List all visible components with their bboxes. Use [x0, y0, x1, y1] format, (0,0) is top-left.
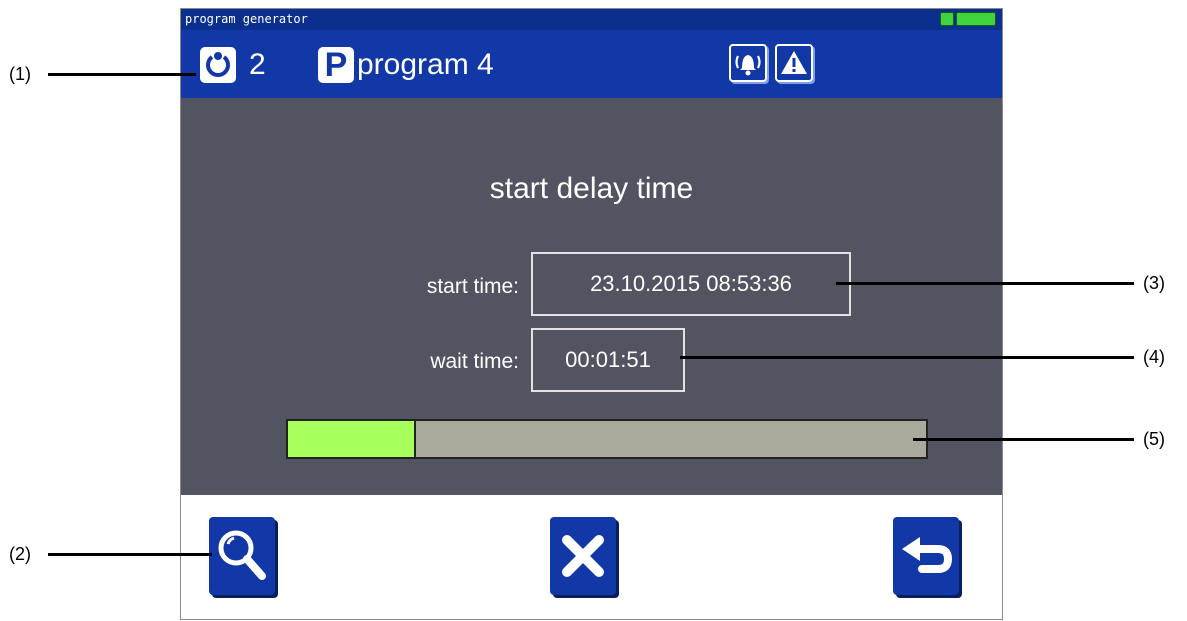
back-button[interactable] [893, 517, 959, 595]
callout-4-line [680, 356, 1134, 359]
battery-status-icon [956, 12, 996, 26]
title-bar: program generator [181, 9, 1002, 30]
callout-3-line [836, 282, 1134, 285]
callout-1-line [48, 73, 196, 76]
warning-button[interactable] [775, 44, 813, 82]
alarm-bell-icon [735, 55, 761, 76]
magnifier-icon [218, 530, 266, 580]
wait-progress-bar [286, 419, 928, 459]
status-indicators [940, 12, 996, 26]
callout-2-label: (2) [9, 544, 31, 564]
program-name: program 4 [357, 48, 494, 81]
program-header: 2 P program 4 [181, 30, 1002, 98]
cycle-icon [200, 47, 236, 83]
back-arrow-icon [902, 537, 953, 573]
callout-5-label: (5) [1143, 429, 1165, 449]
callout-4-label: (4) [1143, 347, 1165, 367]
warning-icon [781, 51, 807, 74]
start-time-value: 23.10.2015 08:53:36 [531, 252, 851, 316]
start-time-label: start time: [426, 275, 519, 298]
callout-1-label: (1) [9, 64, 31, 84]
device-screen: program generator 2 P program 4 start de… [180, 8, 1003, 620]
program-p-icon: P [318, 47, 354, 83]
cycle-number: 2 [249, 48, 266, 81]
panel-heading: start delay time [489, 172, 694, 205]
progress-fill [288, 421, 416, 457]
close-icon [562, 535, 604, 577]
start-delay-panel: start delay time start time: 23.10.2015 … [181, 98, 1002, 495]
callout-5-line [913, 438, 1134, 441]
wait-time-value: 00:01:51 [531, 328, 685, 392]
wait-time-label: wait time: [430, 350, 519, 373]
callout-2-line [48, 553, 212, 556]
callout-3-label: (3) [1143, 273, 1165, 293]
window-title: program generator [185, 12, 308, 26]
connection-status-icon [940, 12, 954, 26]
cancel-button[interactable] [550, 517, 616, 595]
zoom-button[interactable] [209, 517, 275, 595]
alarm-button[interactable] [729, 44, 767, 82]
